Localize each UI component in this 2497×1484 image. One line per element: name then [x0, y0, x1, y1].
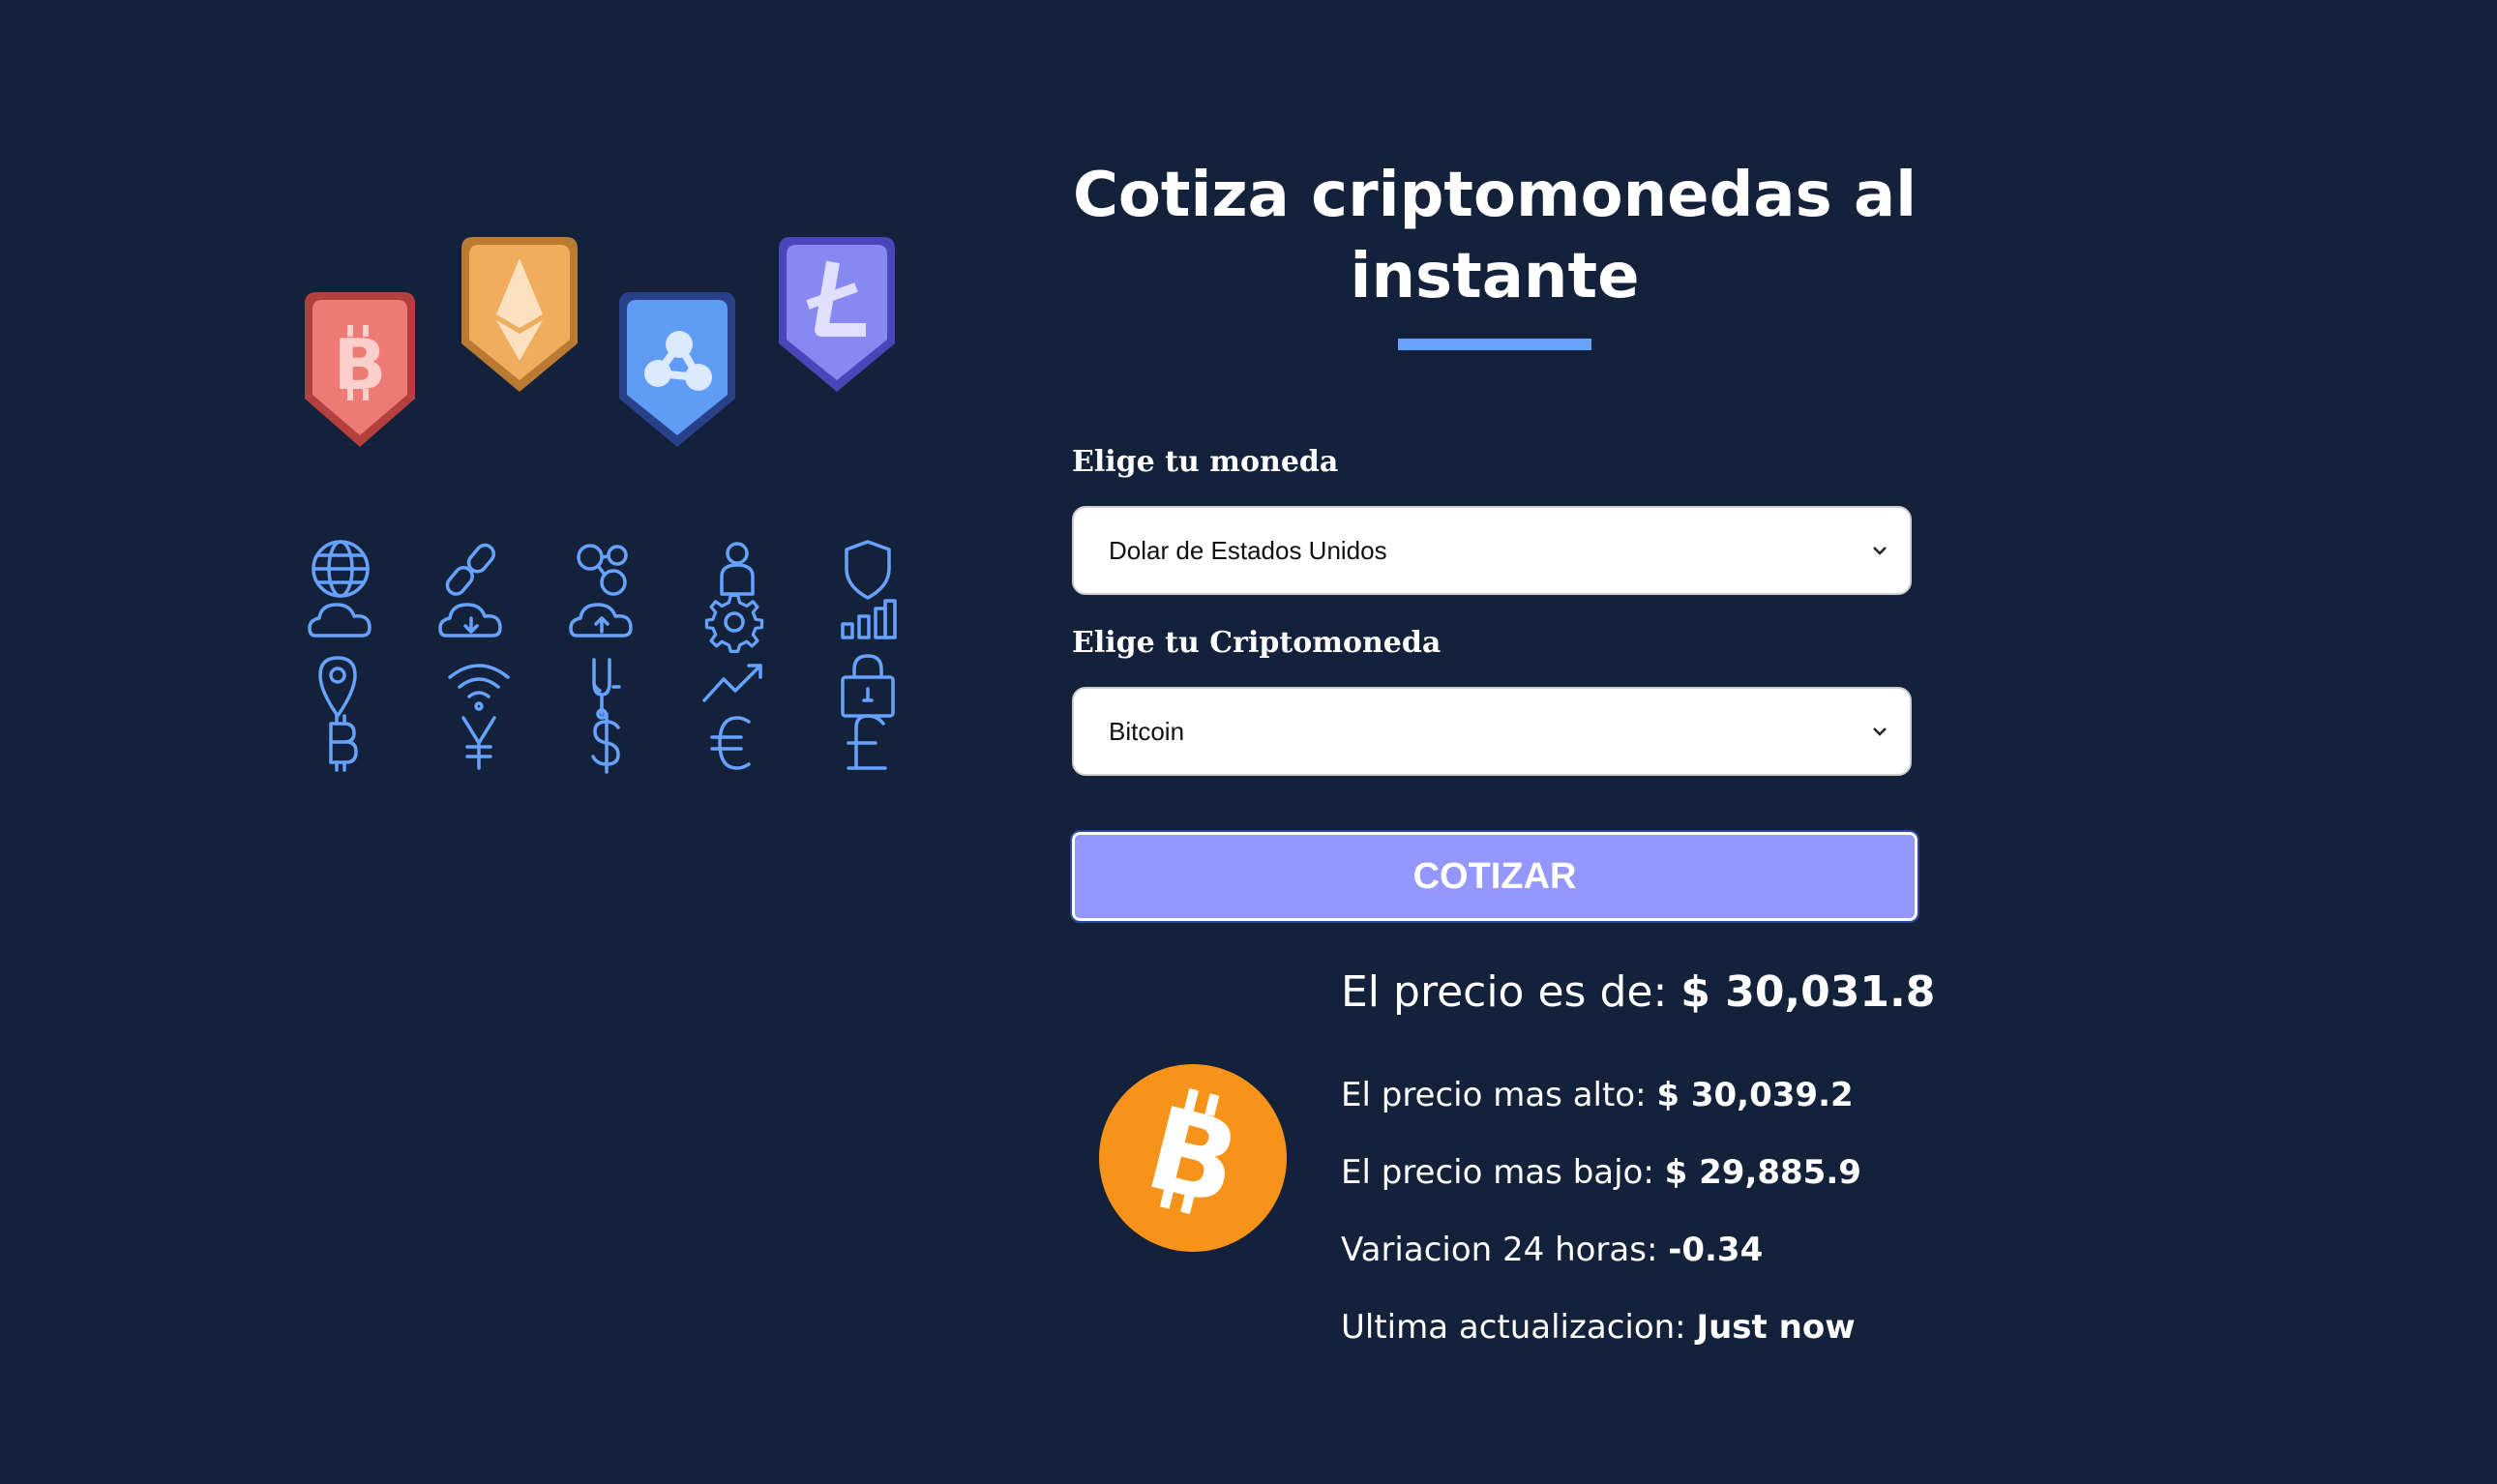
euro-icon — [710, 716, 751, 770]
chevron-down-icon — [1873, 547, 1887, 555]
price-low: El precio mas bajo: $ 29,885.9 — [1341, 1153, 1861, 1192]
ripple-badge-icon — [619, 292, 735, 447]
bitcoin-badge-icon: B — [305, 292, 415, 447]
chevron-down-icon — [1873, 727, 1887, 736]
page-title: Cotiza criptomonedas al instante — [1072, 160, 1917, 312]
cloud-icon — [308, 603, 372, 638]
price-current: El precio es de: $ 30,031.8 — [1341, 967, 1935, 1017]
dollar-icon — [591, 712, 620, 774]
price-current-value: $ 30,031.8 — [1680, 967, 1936, 1017]
price-change-label: Variacion 24 horas: — [1341, 1231, 1658, 1269]
bitcoin-logo-icon: B — [1099, 1064, 1287, 1252]
price-change: Variacion 24 horas: -0.34 — [1341, 1231, 1763, 1269]
bitcoin-symbol-icon — [329, 714, 358, 772]
gear-icon — [704, 593, 764, 653]
price-high: El precio mas alto: $ 30,039.2 — [1341, 1076, 1854, 1114]
litecoin-badge-icon — [779, 237, 895, 392]
price-low-value: $ 29,885.9 — [1664, 1153, 1861, 1192]
title-underline — [1398, 339, 1591, 350]
currency-select-value: Dolar de Estados Unidos — [1109, 535, 1387, 565]
crypto-illustration: B — [290, 223, 929, 900]
last-updated: Ultima actualizacion: Just now — [1341, 1308, 1856, 1347]
quote-panel: Cotiza criptomonedas al instante Elige t… — [1070, 155, 1919, 923]
fork-icon — [592, 658, 621, 720]
crypto-select-value: Bitcoin — [1109, 716, 1185, 746]
wifi-icon — [448, 664, 510, 711]
user-icon — [720, 542, 755, 596]
location-pin-icon — [318, 656, 357, 718]
pound-icon — [847, 714, 887, 770]
ethereum-badge-icon — [461, 237, 578, 392]
trend-up-icon — [702, 664, 762, 702]
price-low-label: El precio mas bajo: — [1341, 1153, 1654, 1192]
svg-text:B: B — [334, 324, 387, 405]
crypto-label: Elige tu Criptomoneda — [1072, 626, 1442, 660]
last-updated-value: Just now — [1696, 1308, 1856, 1347]
cloud-upload-icon — [569, 603, 633, 638]
shield-icon — [845, 540, 891, 600]
crypto-select[interactable]: Bitcoin — [1072, 687, 1912, 776]
globe-icon — [312, 540, 370, 598]
price-high-label: El precio mas alto: — [1341, 1076, 1647, 1114]
currency-select[interactable]: Dolar de Estados Unidos — [1072, 506, 1912, 595]
currency-label: Elige tu moneda — [1072, 445, 1339, 479]
price-change-value: -0.34 — [1668, 1231, 1764, 1269]
yen-icon — [461, 716, 496, 770]
last-updated-label: Ultima actualizacion: — [1341, 1308, 1686, 1347]
quote-result: B El precio es de: $ 30,031.8 El precio … — [1099, 967, 1970, 1374]
quote-form: Elige tu moneda Dolar de Estados Unidos … — [1070, 445, 1919, 923]
network-icon — [577, 544, 628, 596]
link-icon — [445, 543, 496, 596]
cotizar-button[interactable]: COTIZAR — [1070, 830, 1919, 923]
cloud-download-icon — [438, 603, 502, 638]
price-high-value: $ 30,039.2 — [1656, 1076, 1854, 1114]
lock-icon — [841, 654, 895, 718]
bar-chart-icon — [841, 599, 897, 639]
price-current-label: El precio es de: — [1341, 967, 1668, 1017]
